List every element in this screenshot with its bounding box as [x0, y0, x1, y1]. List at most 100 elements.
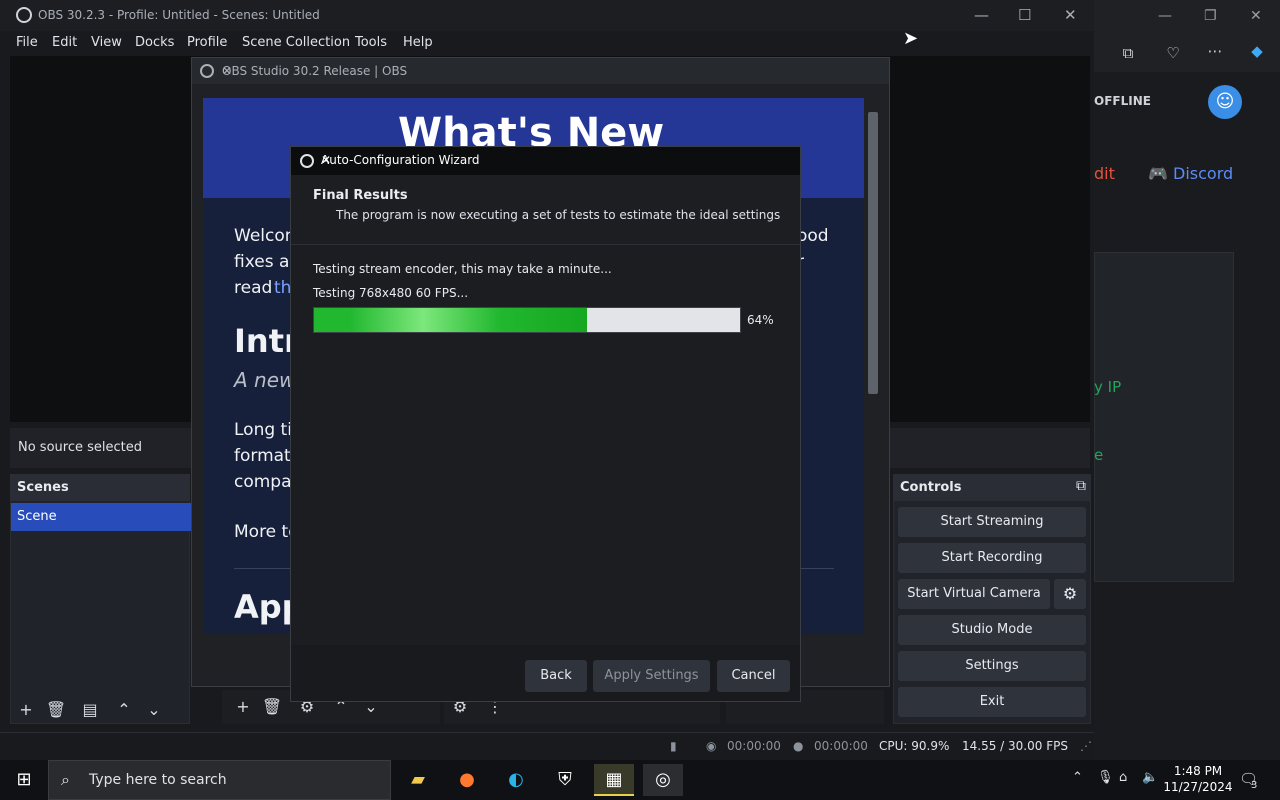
record-time: 00:00:00: [814, 739, 868, 753]
virtual-camera-settings-icon[interactable]: ⚙: [1054, 579, 1086, 609]
network-icon: ▮: [670, 739, 677, 753]
background-browser-window: — ❐ ✕ ⧉ ♡ ⋯ ◆ OFFLINE ☺ dit 🎮 Discord y …: [1094, 0, 1280, 760]
tray-overflow-icon[interactable]: ⌃: [1072, 770, 1083, 785]
start-icon[interactable]: ⊞: [4, 764, 44, 796]
volume-icon[interactable]: 🔈: [1142, 770, 1158, 785]
stream-icon: ◉: [706, 739, 717, 753]
close-icon[interactable]: ✕: [1250, 8, 1262, 24]
security-icon[interactable]: ⛨: [545, 764, 585, 796]
browser-link[interactable]: e: [1094, 446, 1103, 464]
settings-button[interactable]: Settings: [898, 651, 1086, 681]
wizard-header: Final Results The program is now executi…: [291, 175, 800, 245]
menu-scene-collection[interactable]: Scene Collection: [242, 35, 350, 50]
edge-icon[interactable]: ◐: [496, 764, 536, 796]
menu-file[interactable]: File: [16, 35, 38, 50]
close-icon[interactable]: ✕: [222, 64, 881, 78]
add-source-icon[interactable]: +: [232, 696, 254, 718]
fps-readout: 14.55 / 30.00 FPS: [962, 739, 1068, 753]
resize-grip-icon[interactable]: ⋰: [1080, 739, 1092, 753]
exit-button[interactable]: Exit: [898, 687, 1086, 717]
more-icon[interactable]: ⋯: [1204, 42, 1226, 60]
restore-icon[interactable]: ❐: [1204, 8, 1217, 24]
remove-scene-icon[interactable]: 🗑: [45, 699, 67, 721]
copy-ip-link[interactable]: y IP: [1094, 378, 1121, 396]
test-progress-bar: [313, 307, 741, 333]
minimize-icon[interactable]: —: [974, 6, 989, 24]
wizard-subtitle: The program is now executing a set of te…: [336, 208, 781, 222]
minimize-icon[interactable]: —: [1158, 8, 1172, 24]
side-panel: [1094, 252, 1234, 582]
auto-config-wizard: Auto-Configuration Wizard ✕ Final Result…: [290, 146, 801, 702]
menu-bar: File Edit View Docks Profile Scene Colle…: [0, 31, 1094, 55]
read-text: read: [234, 278, 273, 298]
controls-title: Controls: [900, 480, 962, 495]
test-status-line: Testing stream encoder, this may take a …: [313, 262, 612, 276]
microphone-icon[interactable]: 🎙: [1097, 770, 1114, 785]
menu-help[interactable]: Help: [403, 35, 433, 50]
menu-tools[interactable]: Tools: [355, 35, 387, 50]
whats-new-titlebar: OBS Studio 30.2 Release | OBS ✕: [192, 58, 889, 84]
progress-percent: 64%: [747, 313, 774, 327]
offline-status: OFFLINE: [1094, 94, 1151, 108]
scene-label: Scene: [17, 509, 57, 524]
progress-fill: [314, 308, 587, 332]
intro-subtitle: A new: [234, 368, 296, 392]
close-icon[interactable]: ✕: [1064, 6, 1077, 24]
more-text: More te: [234, 522, 299, 542]
studio-mode-button[interactable]: Studio Mode: [898, 615, 1086, 645]
clock-time: 1:48 PM: [1173, 764, 1223, 778]
search-placeholder: Type here to search: [89, 772, 227, 788]
tab-actions-icon[interactable]: ⧉: [1117, 44, 1139, 62]
start-virtual-camera-button[interactable]: Start Virtual Camera: [898, 579, 1050, 609]
mouse-cursor-icon: ➤: [903, 28, 919, 49]
clock[interactable]: 1:48 PM 11/27/2024: [1163, 763, 1233, 795]
move-up-icon[interactable]: ⌃: [113, 699, 135, 721]
scenes-title: Scenes: [17, 480, 69, 495]
obs-titlebar: OBS 30.2.3 - Profile: Untitled - Scenes:…: [0, 0, 1094, 31]
close-icon[interactable]: ✕: [321, 153, 792, 167]
scenes-header: Scenes: [11, 475, 189, 501]
wizard-body: Testing stream encoder, this may take a …: [291, 245, 800, 645]
back-button[interactable]: Back: [525, 660, 587, 692]
start-streaming-button[interactable]: Start Streaming: [898, 507, 1086, 537]
network-icon[interactable]: ⌂: [1119, 770, 1127, 785]
copilot-icon[interactable]: ◆: [1246, 42, 1268, 60]
taskbar-search[interactable]: ⌕ Type here to search: [48, 760, 391, 800]
test-detail-line: Testing 768x480 60 FPS...: [313, 286, 469, 300]
menu-view[interactable]: View: [91, 35, 122, 50]
menu-profile[interactable]: Profile: [187, 35, 227, 50]
browser-toolbar: ⧉ ♡ ⋯ ◆: [1094, 34, 1280, 72]
scene-filters-icon[interactable]: ▤: [79, 699, 101, 721]
status-bar: ▮ ◉ 00:00:00 ● 00:00:00 CPU: 90.9% 14.55…: [0, 732, 1094, 760]
avatar[interactable]: ☺: [1208, 85, 1242, 119]
cancel-button[interactable]: Cancel: [717, 660, 790, 692]
menu-docks[interactable]: Docks: [135, 35, 174, 50]
menu-edit[interactable]: Edit: [52, 35, 77, 50]
video-editor-icon[interactable]: ▦: [594, 764, 634, 796]
apply-settings-button[interactable]: Apply Settings: [593, 660, 710, 692]
add-scene-icon[interactable]: +: [15, 699, 37, 721]
reddit-link[interactable]: dit: [1094, 164, 1115, 183]
wizard-titlebar: Auto-Configuration Wizard ✕: [291, 147, 800, 175]
scene-list-item[interactable]: Scene: [11, 503, 191, 531]
remove-source-icon[interactable]: 🗑: [261, 696, 283, 718]
move-down-icon[interactable]: ⌄: [143, 699, 165, 721]
cpu-usage: CPU: 90.9%: [879, 739, 950, 753]
record-icon: ●: [793, 739, 804, 753]
obs-logo-icon: [300, 154, 314, 168]
file-explorer-icon[interactable]: ▰: [398, 764, 438, 796]
release-link[interactable]: th: [274, 278, 291, 298]
release-notes-scrollbar[interactable]: [866, 98, 880, 634]
start-recording-button[interactable]: Start Recording: [898, 543, 1086, 573]
no-source-label: No source selected: [18, 440, 142, 455]
discord-link[interactable]: 🎮 Discord: [1148, 164, 1233, 183]
wizard-heading: Final Results: [313, 188, 408, 203]
window-title: OBS 30.2.3 - Profile: Untitled - Scenes:…: [38, 8, 320, 22]
firefox-icon[interactable]: ●: [447, 764, 487, 796]
scroll-thumb[interactable]: [868, 112, 878, 394]
discord-label: Discord: [1173, 164, 1234, 183]
undock-icon[interactable]: ⧉: [1076, 478, 1086, 494]
maximize-icon[interactable]: ☐: [1018, 6, 1031, 24]
obs-taskbar-icon[interactable]: ◎: [643, 764, 683, 796]
health-icon[interactable]: ♡: [1162, 44, 1184, 62]
